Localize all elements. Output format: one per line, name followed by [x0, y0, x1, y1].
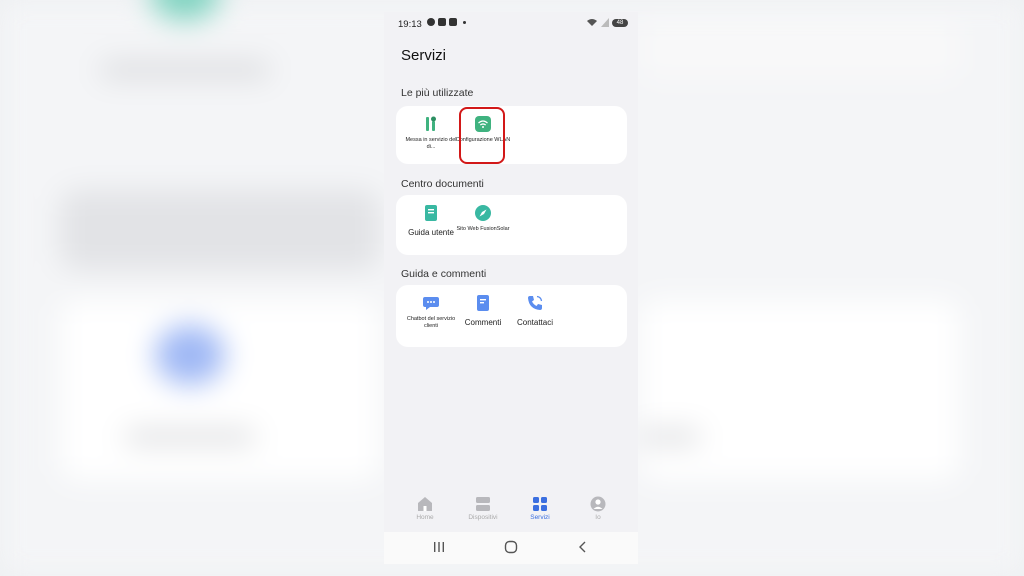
- tools-icon: [426, 116, 436, 131]
- bg-blob: [150, 0, 220, 20]
- nav-label: Io: [595, 514, 601, 521]
- screenshot-icon: [449, 18, 457, 26]
- back-icon[interactable]: [576, 540, 590, 554]
- highlight-box: [459, 107, 505, 164]
- nav-devices[interactable]: Dispositivi: [453, 494, 513, 521]
- nav-services[interactable]: Servizi: [510, 494, 570, 521]
- message-icon: [427, 18, 435, 26]
- phone-icon: [528, 295, 543, 310]
- tile-label: Contattaci: [516, 318, 554, 327]
- card-help: Chatbot del servizio clienti Commenti Co…: [396, 285, 627, 347]
- compass-icon: [475, 205, 491, 221]
- chat-icon: [423, 297, 439, 310]
- tile-label: Sito Web FusionSolar: [456, 226, 510, 232]
- bg-bar: [100, 62, 270, 78]
- bg-card: [640, 300, 960, 480]
- devices-icon: [476, 497, 490, 511]
- grid-icon: [533, 497, 547, 511]
- bg-blob: [155, 325, 225, 385]
- bg-card: [640, 20, 960, 80]
- nav-me[interactable]: Io: [568, 494, 628, 521]
- status-time: 19:13: [398, 19, 422, 30]
- tile-label: Commenti: [464, 318, 502, 327]
- more-dot-icon: [463, 20, 466, 24]
- system-navigation-bar: [384, 532, 638, 564]
- card-most-used: Messa in servizio del di... Configurazio…: [396, 106, 627, 164]
- signal-icon: [601, 18, 609, 27]
- home-icon: [418, 497, 432, 511]
- tile-label: Chatbot del servizio clienti: [406, 316, 456, 329]
- nav-home[interactable]: Home: [395, 494, 455, 521]
- bg-card: [60, 190, 380, 270]
- nav-label: Home: [416, 514, 434, 521]
- section-label-help: Guida e commenti: [401, 268, 487, 280]
- tile-contact[interactable]: Contattaci: [505, 295, 565, 328]
- section-label-documents: Centro documenti: [401, 178, 484, 190]
- wifi-status-icon: [587, 19, 597, 26]
- phone-screen: 19:13 48 Servizi Le più utilizzate Messa…: [384, 12, 638, 564]
- user-icon: [590, 496, 606, 512]
- tile-fusionsolar-website[interactable]: Sito Web FusionSolar: [453, 205, 513, 233]
- youtube-icon: [438, 18, 446, 26]
- recent-apps-icon[interactable]: [432, 540, 446, 554]
- bottom-navigation: Home Dispositivi Servizi Io: [384, 494, 638, 532]
- bg-card: [60, 300, 380, 480]
- section-label-most-used: Le più utilizzate: [401, 87, 474, 99]
- bg-bar: [640, 430, 700, 444]
- status-bar: 19:13 48: [384, 12, 638, 36]
- battery-icon: 48: [612, 18, 628, 27]
- book-icon: [425, 205, 437, 221]
- tile-label: Messa in servizio del di...: [405, 137, 457, 150]
- nav-label: Dispositivi: [468, 514, 498, 521]
- tile-user-guide[interactable]: Guida utente: [401, 205, 461, 238]
- nav-label: Servizi: [530, 514, 550, 521]
- tile-chatbot[interactable]: Chatbot del servizio clienti: [401, 295, 461, 330]
- home-button-icon[interactable]: [504, 540, 518, 554]
- system-status-icons: 48: [586, 18, 628, 27]
- page-title: Servizi: [401, 47, 447, 64]
- notification-icons: [427, 18, 466, 26]
- tile-comments[interactable]: Commenti: [453, 295, 513, 328]
- bg-bar: [125, 430, 255, 444]
- tile-device-commissioning[interactable]: Messa in servizio del di...: [401, 116, 461, 151]
- card-documents: Guida utente Sito Web FusionSolar: [396, 195, 627, 255]
- feedback-icon: [477, 295, 489, 311]
- tile-label: Guida utente: [408, 228, 454, 237]
